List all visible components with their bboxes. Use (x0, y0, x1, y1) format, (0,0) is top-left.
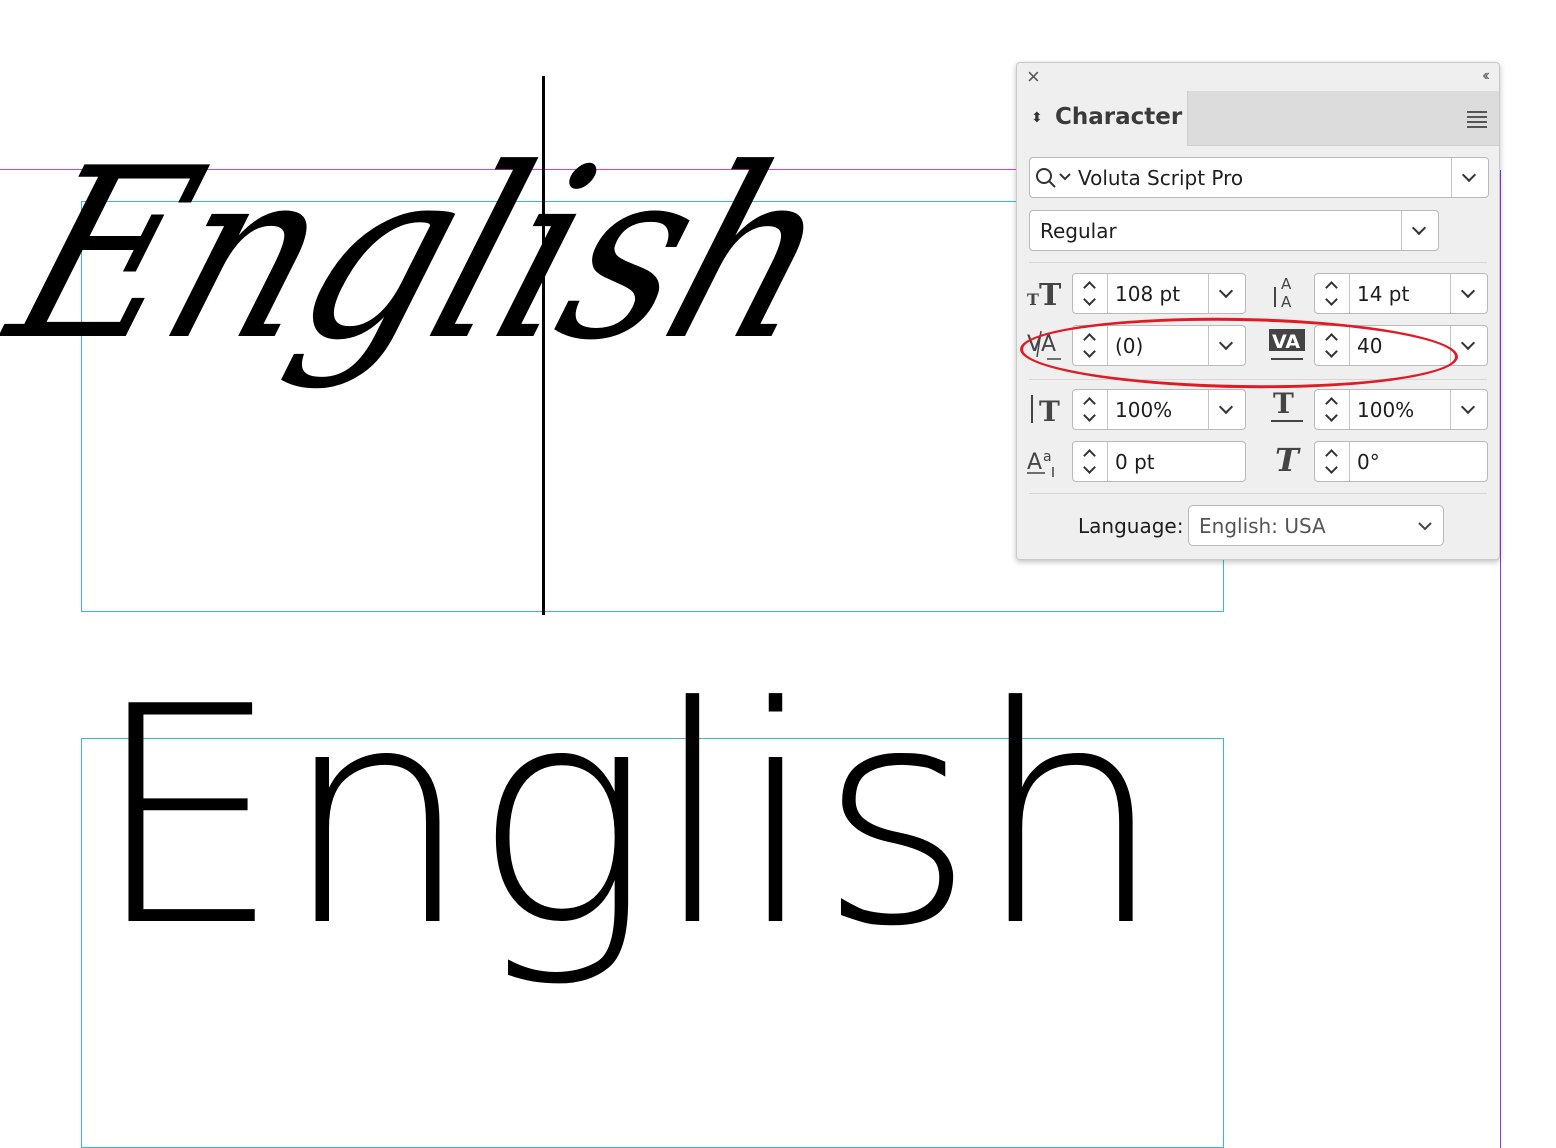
skew-stepper[interactable] (1315, 442, 1350, 481)
language-label: Language: (1078, 514, 1184, 538)
svg-text:A: A (1281, 293, 1292, 311)
vertical-scale-icon: T (1027, 391, 1065, 431)
leading-field[interactable]: 14 pt (1314, 273, 1488, 314)
baseline-shift-icon: Aa (1027, 443, 1065, 483)
tab-character-label: Character (1055, 104, 1183, 130)
search-icon (1036, 168, 1071, 188)
svg-text:A: A (1281, 275, 1292, 293)
horizontal-scale-field[interactable]: 100% (1314, 389, 1488, 430)
tab-character[interactable]: ⬍ Character (1017, 91, 1188, 146)
font-family-value: Voluta Script Pro (1078, 165, 1244, 190)
panel-tabbar: ⬍ Character (1017, 91, 1499, 146)
character-panel: × ‹‹ ⬍ Character Voluta Script Pro Regul… (1016, 62, 1500, 560)
script-sample-text[interactable]: English (0, 118, 860, 392)
panel-topbar: × ‹‹ (1017, 63, 1499, 91)
collapse-panel-icon[interactable]: ‹‹ (1482, 67, 1489, 85)
horizontal-scale-dropdown[interactable] (1450, 390, 1487, 429)
font-family-dropdown[interactable] (1451, 158, 1488, 197)
margin-guide-vertical (1500, 170, 1501, 1148)
baseline-shift-value: 0 pt (1115, 449, 1155, 474)
vertical-scale-stepper[interactable] (1073, 390, 1108, 429)
svg-text:T: T (1027, 290, 1039, 309)
font-family-field[interactable]: Voluta Script Pro (1029, 157, 1489, 198)
svg-text:A: A (1027, 450, 1042, 475)
panel-menu-icon[interactable] (1467, 111, 1487, 131)
leading-stepper[interactable] (1315, 274, 1350, 313)
font-size-field[interactable]: 108 pt (1072, 273, 1246, 314)
skew-field[interactable]: 0° (1314, 441, 1488, 482)
leading-icon: AA (1269, 273, 1307, 315)
chevron-down-icon (1418, 522, 1432, 531)
divider (1029, 493, 1487, 494)
close-icon[interactable]: × (1027, 66, 1040, 88)
horizontal-scale-value: 100% (1357, 397, 1415, 422)
svg-text:T: T (1273, 389, 1294, 420)
language-value: English: USA (1199, 513, 1326, 538)
font-size-value: 108 pt (1115, 281, 1181, 306)
skew-value: 0° (1357, 449, 1380, 474)
divider (1029, 262, 1487, 263)
horizontal-scale-stepper[interactable] (1315, 390, 1350, 429)
vertical-scale-field[interactable]: 100% (1072, 389, 1246, 430)
leading-value: 14 pt (1357, 281, 1410, 306)
font-size-stepper[interactable] (1073, 274, 1108, 313)
horizontal-scale-icon: T (1269, 387, 1307, 431)
text-cursor (542, 76, 545, 615)
baseline-shift-stepper[interactable] (1073, 442, 1108, 481)
font-style-field[interactable]: Regular (1029, 210, 1439, 251)
language-select[interactable]: English: USA (1188, 505, 1444, 546)
vertical-scale-value: 100% (1115, 397, 1173, 422)
svg-text:T: T (1039, 278, 1062, 309)
baseline-shift-field[interactable]: 0 pt (1072, 441, 1246, 482)
font-size-icon: TT (1027, 275, 1063, 313)
font-size-dropdown[interactable] (1208, 274, 1245, 313)
tab-chevron-icon: ⬍ (1031, 109, 1043, 125)
svg-text:T: T (1039, 395, 1060, 427)
svg-text:a: a (1043, 449, 1052, 465)
vertical-scale-dropdown[interactable] (1208, 390, 1245, 429)
svg-text:T: T (1275, 441, 1301, 477)
print-sample-text[interactable]: English (92, 668, 1165, 968)
font-style-dropdown[interactable] (1401, 211, 1438, 250)
skew-icon: T (1271, 441, 1307, 481)
font-style-value: Regular (1040, 218, 1117, 243)
leading-dropdown[interactable] (1450, 274, 1487, 313)
